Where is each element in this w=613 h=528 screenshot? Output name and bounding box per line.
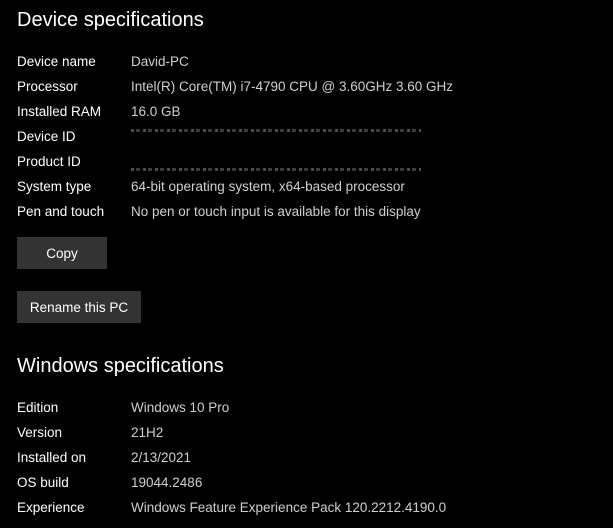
spec-row-version: Version 21H2 <box>17 423 607 443</box>
spec-row-pen-and-touch: Pen and touch No pen or touch input is a… <box>17 202 607 222</box>
spec-row-os-build: OS build 19044.2486 <box>17 473 607 493</box>
spec-label: OS build <box>17 475 69 490</box>
spec-row-experience: Experience Windows Feature Experience Pa… <box>17 498 607 518</box>
spec-label: Installed RAM <box>17 104 102 119</box>
spec-label: Version <box>17 425 63 440</box>
spec-row-device-name: Device name David-PC <box>17 52 607 72</box>
spec-label: Edition <box>17 400 59 415</box>
copy-button[interactable]: Copy <box>17 237 107 269</box>
windows-specs-title: Windows specifications <box>17 355 224 377</box>
spec-value: 19044.2486 <box>131 475 203 490</box>
spec-row-edition: Edition Windows 10 Pro <box>17 398 607 418</box>
redacted-value <box>131 127 421 147</box>
spec-row-installed-on: Installed on 2/13/2021 <box>17 448 607 468</box>
spec-row-product-id: Product ID <box>17 152 607 172</box>
spec-row-processor: Processor Intel(R) Core(TM) i7-4790 CPU … <box>17 77 607 97</box>
spec-value: No pen or touch input is available for t… <box>131 204 421 219</box>
device-specs-title: Device specifications <box>17 9 204 31</box>
spec-label: Experience <box>17 500 85 515</box>
spec-value: 21H2 <box>131 425 164 440</box>
spec-value: Windows 10 Pro <box>131 400 230 415</box>
spec-label: Product ID <box>17 154 81 169</box>
spec-label: Device ID <box>17 129 76 144</box>
spec-value: 64-bit operating system, x64-based proce… <box>131 179 405 194</box>
spec-value: 16.0 GB <box>131 104 181 119</box>
spec-value: Intel(R) Core(TM) i7-4790 CPU @ 3.60GHz … <box>131 79 454 94</box>
spec-label: Pen and touch <box>17 204 105 219</box>
spec-row-device-id: Device ID <box>17 127 607 147</box>
spec-label: Device name <box>17 54 96 69</box>
spec-label: Installed on <box>17 450 87 465</box>
spec-value: David-PC <box>131 54 189 69</box>
rename-pc-button[interactable]: Rename this PC <box>17 291 141 323</box>
redacted-value <box>131 152 421 172</box>
spec-value: 2/13/2021 <box>131 450 192 465</box>
spec-value: Windows Feature Experience Pack 120.2212… <box>131 500 447 515</box>
spec-label: Processor <box>17 79 78 94</box>
spec-row-system-type: System type 64-bit operating system, x64… <box>17 177 607 197</box>
spec-row-installed-ram: Installed RAM 16.0 GB <box>17 102 607 122</box>
spec-label: System type <box>17 179 92 194</box>
